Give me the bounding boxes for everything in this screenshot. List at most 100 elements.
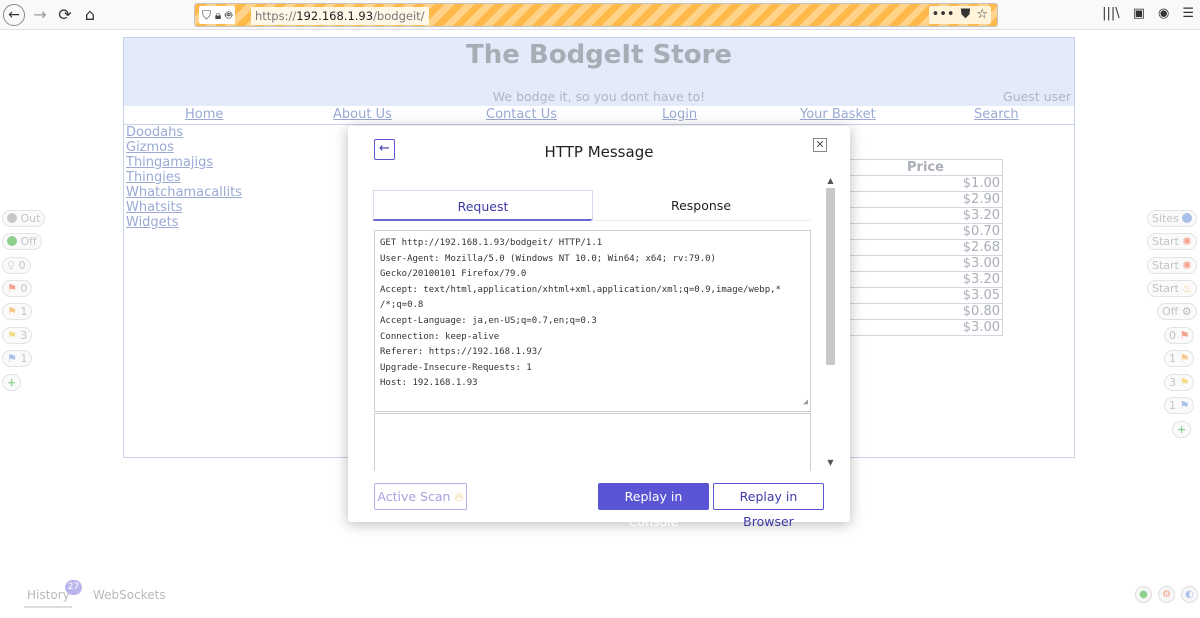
back-button[interactable]: ← bbox=[3, 4, 25, 26]
store-title: The BodgeIt Store bbox=[465, 40, 733, 70]
hud-sites-button[interactable]: Sites bbox=[1147, 210, 1198, 227]
hud-label: 0 bbox=[18, 259, 26, 272]
url-path: /bodgeit/ bbox=[373, 9, 425, 23]
category-link[interactable]: Widgets bbox=[126, 215, 179, 230]
request-body-textarea[interactable] bbox=[374, 413, 811, 471]
orange-flag-icon: ⚑ bbox=[1179, 352, 1190, 365]
replay-in-console-button[interactable]: Replay in Console bbox=[598, 483, 709, 529]
forward-button[interactable]: → bbox=[29, 4, 51, 26]
category-link[interactable]: Thingamajigs bbox=[126, 155, 213, 170]
websockets-tab[interactable]: WebSockets bbox=[93, 588, 166, 602]
request-line: Accept: text/html,application/xhtml+xml,… bbox=[380, 284, 781, 295]
home-button[interactable]: ⌂ bbox=[79, 4, 101, 26]
status-dot-icon bbox=[7, 213, 17, 223]
hud-add-tool-button[interactable]: + bbox=[2, 374, 22, 391]
hud-page-alert-medium[interactable]: 1 ⚑ bbox=[1164, 350, 1195, 367]
library-icon[interactable]: |||\ bbox=[1102, 6, 1120, 21]
url-text[interactable]: https://192.168.1.93/bodgeit/ bbox=[251, 7, 429, 25]
request-line: Referer: https://192.168.1.93/ bbox=[380, 347, 543, 358]
category-link[interactable]: Gizmos bbox=[126, 140, 174, 155]
replay-in-browser-button[interactable]: Replay in Browser bbox=[713, 483, 824, 529]
price-cell: $3.00 bbox=[848, 255, 1003, 272]
request-line: Connection: keep-alive bbox=[380, 331, 500, 342]
scroll-down-icon[interactable]: ▼ bbox=[825, 458, 836, 468]
scroll-up-icon[interactable]: ▲ bbox=[825, 176, 836, 186]
hamburger-menu-icon[interactable]: ☰ bbox=[1182, 6, 1194, 21]
gear-icon: ⚙ bbox=[1181, 305, 1192, 318]
nav-basket-link[interactable]: Your Basket bbox=[800, 107, 876, 122]
scrollbar-thumb[interactable] bbox=[826, 188, 835, 365]
price-cell: $3.00 bbox=[848, 319, 1003, 336]
price-cell: $2.90 bbox=[848, 191, 1003, 208]
price-cell: $0.70 bbox=[848, 223, 1003, 240]
account-icon[interactable]: ◉ bbox=[1158, 6, 1169, 21]
category-link[interactable]: Whatsits bbox=[126, 200, 182, 215]
close-icon[interactable]: ✕ bbox=[813, 138, 827, 152]
sidebar-icon[interactable]: ▣ bbox=[1133, 6, 1145, 21]
active-scan-label: Active Scan bbox=[377, 489, 451, 504]
hud-label: Out bbox=[20, 212, 41, 225]
hud-page-alert-info[interactable]: 1 ⚑ bbox=[1164, 397, 1195, 414]
page-actions-icon[interactable]: ••• bbox=[932, 6, 955, 24]
hud-help-icon[interactable]: ◐ bbox=[1181, 586, 1198, 603]
nav-search-link[interactable]: Search bbox=[974, 107, 1019, 122]
tab-request[interactable]: Request bbox=[373, 190, 593, 221]
price-cell: $0.80 bbox=[848, 303, 1003, 320]
spider-icon: ✺ bbox=[1182, 235, 1192, 248]
hud-add-tool-button[interactable]: + bbox=[1172, 421, 1192, 438]
blue-flag-icon: ⚑ bbox=[7, 352, 17, 365]
price-cell: $3.20 bbox=[848, 207, 1003, 224]
request-line: GET http://192.168.1.93/bodgeit/ HTTP/1.… bbox=[380, 238, 603, 248]
category-link[interactable]: Thingies bbox=[126, 170, 181, 185]
active-scan-button[interactable]: Active Scan 🔥︎ bbox=[374, 483, 467, 510]
nav-contact-link[interactable]: Contact Us bbox=[486, 107, 557, 122]
yellow-flag-icon: ⚑ bbox=[1179, 376, 1190, 389]
hud-spider-button[interactable]: Start ✺ bbox=[1147, 233, 1197, 250]
price-cell: $1.00 bbox=[848, 175, 1003, 192]
nav-login-link[interactable]: Login bbox=[662, 107, 697, 122]
url-bar[interactable]: ⛉ 🔒︎ 🤖︎ https://192.168.1.93/bodgeit/ ••… bbox=[194, 3, 998, 27]
dialog-scrollbar[interactable]: ▲ ▼ bbox=[825, 176, 836, 468]
tab-response[interactable]: Response bbox=[591, 190, 811, 221]
hud-page-alert-low[interactable]: 3 ⚑ bbox=[1164, 374, 1195, 391]
current-user: Guest user bbox=[1003, 89, 1071, 104]
orange-flag-icon: ⚑ bbox=[7, 305, 17, 318]
request-line: User-Agent: Mozilla/5.0 (Windows NT 10.0… bbox=[380, 253, 716, 264]
hud-ajax-spider-button[interactable]: Start ✺ bbox=[1147, 257, 1197, 274]
hud-settings-icon[interactable]: ⚙ bbox=[1158, 586, 1175, 603]
hud-attack-mode-button[interactable]: Off ⚙ bbox=[1157, 303, 1197, 320]
pocket-icon[interactable]: ⛊ bbox=[961, 6, 971, 24]
flame-icon: 🔥︎ bbox=[454, 489, 464, 504]
request-textarea[interactable]: GET http://192.168.1.93/bodgeit/ HTTP/1.… bbox=[374, 230, 811, 412]
reload-button[interactable]: ⟳ bbox=[54, 4, 76, 26]
request-line: Gecko/20100101 Firefox/79.0 bbox=[380, 269, 527, 280]
hud-page-alert-high[interactable]: 0 ⚑ bbox=[1164, 327, 1195, 344]
nav-about-link[interactable]: About Us bbox=[333, 107, 392, 122]
resize-handle-icon[interactable]: ◢ bbox=[803, 394, 808, 410]
hud-label: Start bbox=[1152, 235, 1179, 248]
globe-icon bbox=[1182, 213, 1193, 223]
hud-alert-high[interactable]: ⚑ 0 bbox=[2, 280, 33, 297]
site-info-icons[interactable]: ⛉ 🔒︎ 🤖︎ bbox=[199, 6, 236, 24]
spider-icon: ✺ bbox=[1182, 259, 1192, 272]
category-link[interactable]: Whatchamacallits bbox=[126, 185, 242, 200]
hud-alert-info[interactable]: ⚑ 1 bbox=[2, 350, 33, 367]
request-line: /*;q=0.8 bbox=[380, 300, 424, 311]
dialog-title: HTTP Message bbox=[544, 143, 654, 161]
hud-break-status[interactable]: Off bbox=[2, 233, 42, 250]
nav-home-link[interactable]: Home bbox=[185, 107, 223, 122]
hud-label: 1 bbox=[20, 305, 28, 318]
plus-icon: + bbox=[1177, 423, 1187, 436]
hud-alert-medium[interactable]: ⚑ 1 bbox=[2, 303, 33, 320]
history-tab-indicator bbox=[24, 606, 72, 608]
hud-alert-low[interactable]: ⚑ 3 bbox=[2, 327, 33, 344]
bookmark-star-icon[interactable]: ☆ bbox=[976, 6, 988, 24]
hud-notes-count[interactable]: ♀ 0 bbox=[2, 257, 31, 274]
price-cell: $2.68 bbox=[848, 239, 1003, 256]
history-tab[interactable]: History bbox=[27, 588, 70, 602]
hud-proxy-status[interactable]: Out bbox=[2, 210, 46, 227]
category-link[interactable]: Doodahs bbox=[126, 125, 183, 140]
request-line: Upgrade-Insecure-Requests: 1 bbox=[380, 362, 532, 373]
hud-status-icon[interactable]: ● bbox=[1135, 586, 1152, 603]
hud-active-scan-button[interactable]: Start ♨ bbox=[1147, 280, 1198, 297]
